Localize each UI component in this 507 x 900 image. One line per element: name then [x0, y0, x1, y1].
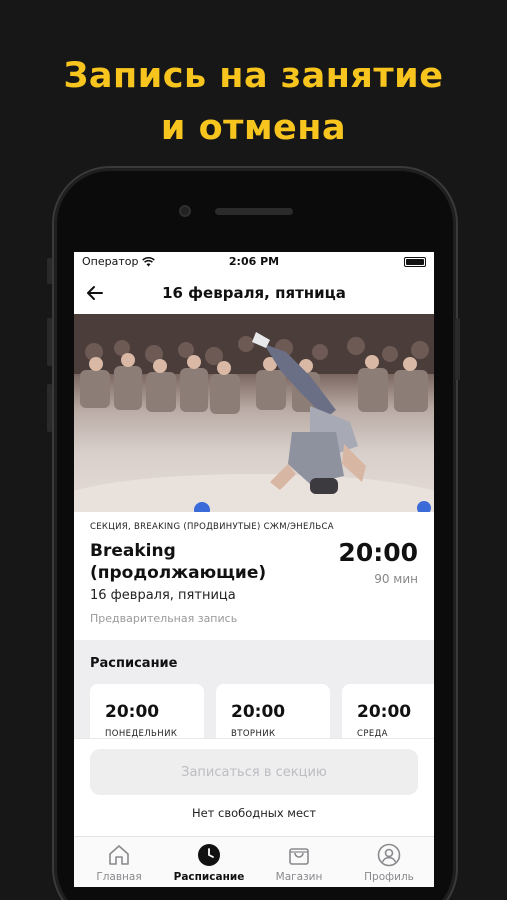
- status-bar: Оператор 2:06 PM: [74, 252, 434, 272]
- app-screen: Оператор 2:06 PM 16 февраля, пятница СЕК…: [74, 252, 434, 887]
- clock-icon: [198, 844, 220, 866]
- schedule-day-time: 20:00: [231, 702, 286, 722]
- promo-headline-line2: и отмена: [160, 108, 347, 148]
- phone-camera: [179, 205, 191, 217]
- tab-bar: Главная Расписание Магазин Профиль: [74, 836, 434, 887]
- phone-mute-switch: [47, 258, 52, 284]
- action-area: Записаться в секцию Нет свободных мест: [74, 738, 434, 836]
- schedule-title: Расписание: [90, 656, 178, 671]
- phone-volume-down: [47, 384, 52, 432]
- user-icon: [377, 843, 401, 867]
- schedule-section: Расписание 20:00 ПОНЕДЕЛЬНИК 20:00 ВТОРН…: [74, 640, 434, 754]
- phone-power-button: [455, 318, 460, 380]
- class-title-line2: (продолжающие): [90, 563, 267, 583]
- class-photo: [74, 314, 434, 512]
- status-time: 2:06 PM: [228, 255, 280, 268]
- tab-label: Главная: [96, 871, 142, 883]
- schedule-day-time: 20:00: [357, 702, 412, 722]
- page-title: 16 февраля, пятница: [162, 284, 346, 302]
- tab-label: Расписание: [173, 871, 245, 883]
- shopping-bag-icon: [289, 848, 309, 865]
- tab-shop[interactable]: Магазин: [254, 837, 344, 887]
- phone-volume-up: [47, 318, 52, 366]
- class-title-line1: Breaking: [90, 541, 176, 561]
- promo-headline: Запись на занятие и отмена: [0, 50, 507, 154]
- home-icon: [109, 845, 129, 865]
- tab-profile[interactable]: Профиль: [344, 837, 434, 887]
- booking-note: Предварительная запись: [90, 612, 238, 625]
- no-seats-message: Нет свободных мест: [191, 806, 317, 820]
- promo-headline-line1: Запись на занятие: [63, 56, 444, 96]
- battery-icon: [404, 257, 426, 267]
- phone-speaker: [215, 208, 293, 215]
- class-date: 16 февраля, пятница: [90, 588, 236, 603]
- tab-label: Профиль: [364, 871, 414, 883]
- class-duration: 90 мин: [374, 572, 418, 586]
- tab-label: Магазин: [275, 871, 323, 883]
- class-time: 20:00: [338, 538, 418, 567]
- signup-button[interactable]: Записаться в секцию: [90, 749, 418, 795]
- class-category: СЕКЦИЯ, BREAKING (ПРОДВИНУТЫЕ) СЖМ/ЭНЕЛЬ…: [90, 522, 334, 532]
- nav-bar: 16 февраля, пятница: [74, 274, 434, 314]
- breakdancer-illustration: [74, 314, 434, 512]
- tab-schedule[interactable]: Расписание: [164, 837, 254, 887]
- tab-home[interactable]: Главная: [74, 837, 164, 887]
- schedule-day-time: 20:00: [105, 702, 160, 722]
- class-title: Breaking (продолжающие): [90, 540, 300, 584]
